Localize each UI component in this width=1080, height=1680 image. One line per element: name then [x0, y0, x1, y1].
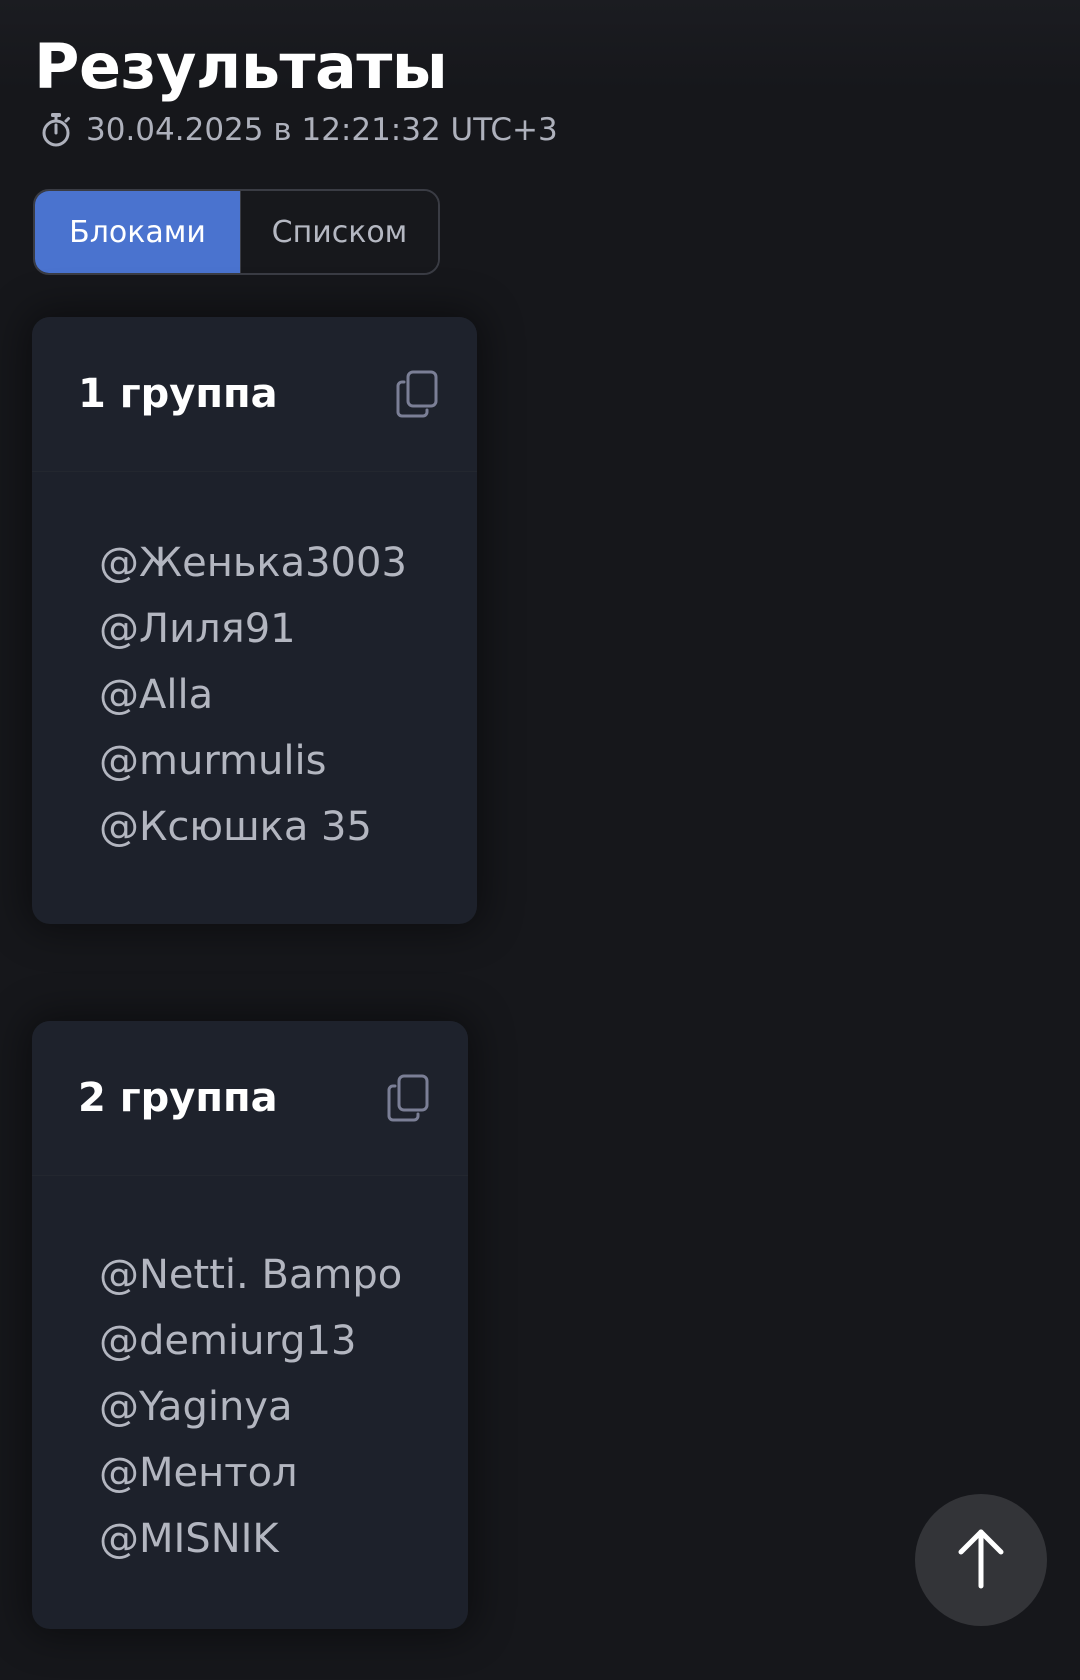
- list-item: @Женька3003: [99, 540, 407, 586]
- list-item: @murmulis: [99, 738, 327, 784]
- group-card: 2 группа @Netti. Bampo @demiurg13 @Yagin…: [32, 1021, 468, 1629]
- group-card-header: 1 группа: [32, 317, 477, 472]
- group-card-header: 2 группа: [32, 1021, 468, 1176]
- list-item: @Alla: [99, 672, 214, 718]
- page-title: Результаты: [34, 30, 448, 103]
- stopwatch-icon: [40, 112, 72, 148]
- results-page: Результаты 30.04.2025 в 12:21:32 UTC+3 Б…: [0, 0, 1080, 1680]
- scroll-to-top-button[interactable]: [915, 1494, 1047, 1626]
- list-item: @Ментол: [99, 1450, 298, 1496]
- group-card: 1 группа @Женька3003 @Лиля91 @Alla @murm…: [32, 317, 477, 924]
- results-timestamp: 30.04.2025 в 12:21:32 UTC+3: [40, 112, 558, 148]
- view-blocks-button[interactable]: Блоками: [35, 191, 240, 273]
- member-list: @Женька3003 @Лиля91 @Alla @murmulis @Ксю…: [32, 472, 477, 860]
- list-item: @Лиля91: [99, 606, 296, 652]
- timestamp-text: 30.04.2025 в 12:21:32 UTC+3: [86, 112, 558, 148]
- copy-icon[interactable]: [386, 1074, 430, 1122]
- list-item: @Yaginya: [99, 1384, 293, 1430]
- arrow-up-icon: [951, 1526, 1011, 1594]
- list-item: @Netti. Bampo: [99, 1252, 403, 1298]
- view-mode-toggle: Блоками Списком: [33, 189, 440, 275]
- list-item: @Ксюшка 35: [99, 804, 372, 850]
- member-list: @Netti. Bampo @demiurg13 @Yaginya @Менто…: [32, 1176, 468, 1572]
- list-item: @demiurg13: [99, 1318, 357, 1364]
- group-name: 2 группа: [78, 1075, 278, 1121]
- view-list-button[interactable]: Списком: [240, 191, 438, 273]
- group-name: 1 группа: [78, 371, 278, 417]
- list-item: @MISNIK: [99, 1516, 279, 1562]
- copy-icon[interactable]: [395, 370, 439, 418]
